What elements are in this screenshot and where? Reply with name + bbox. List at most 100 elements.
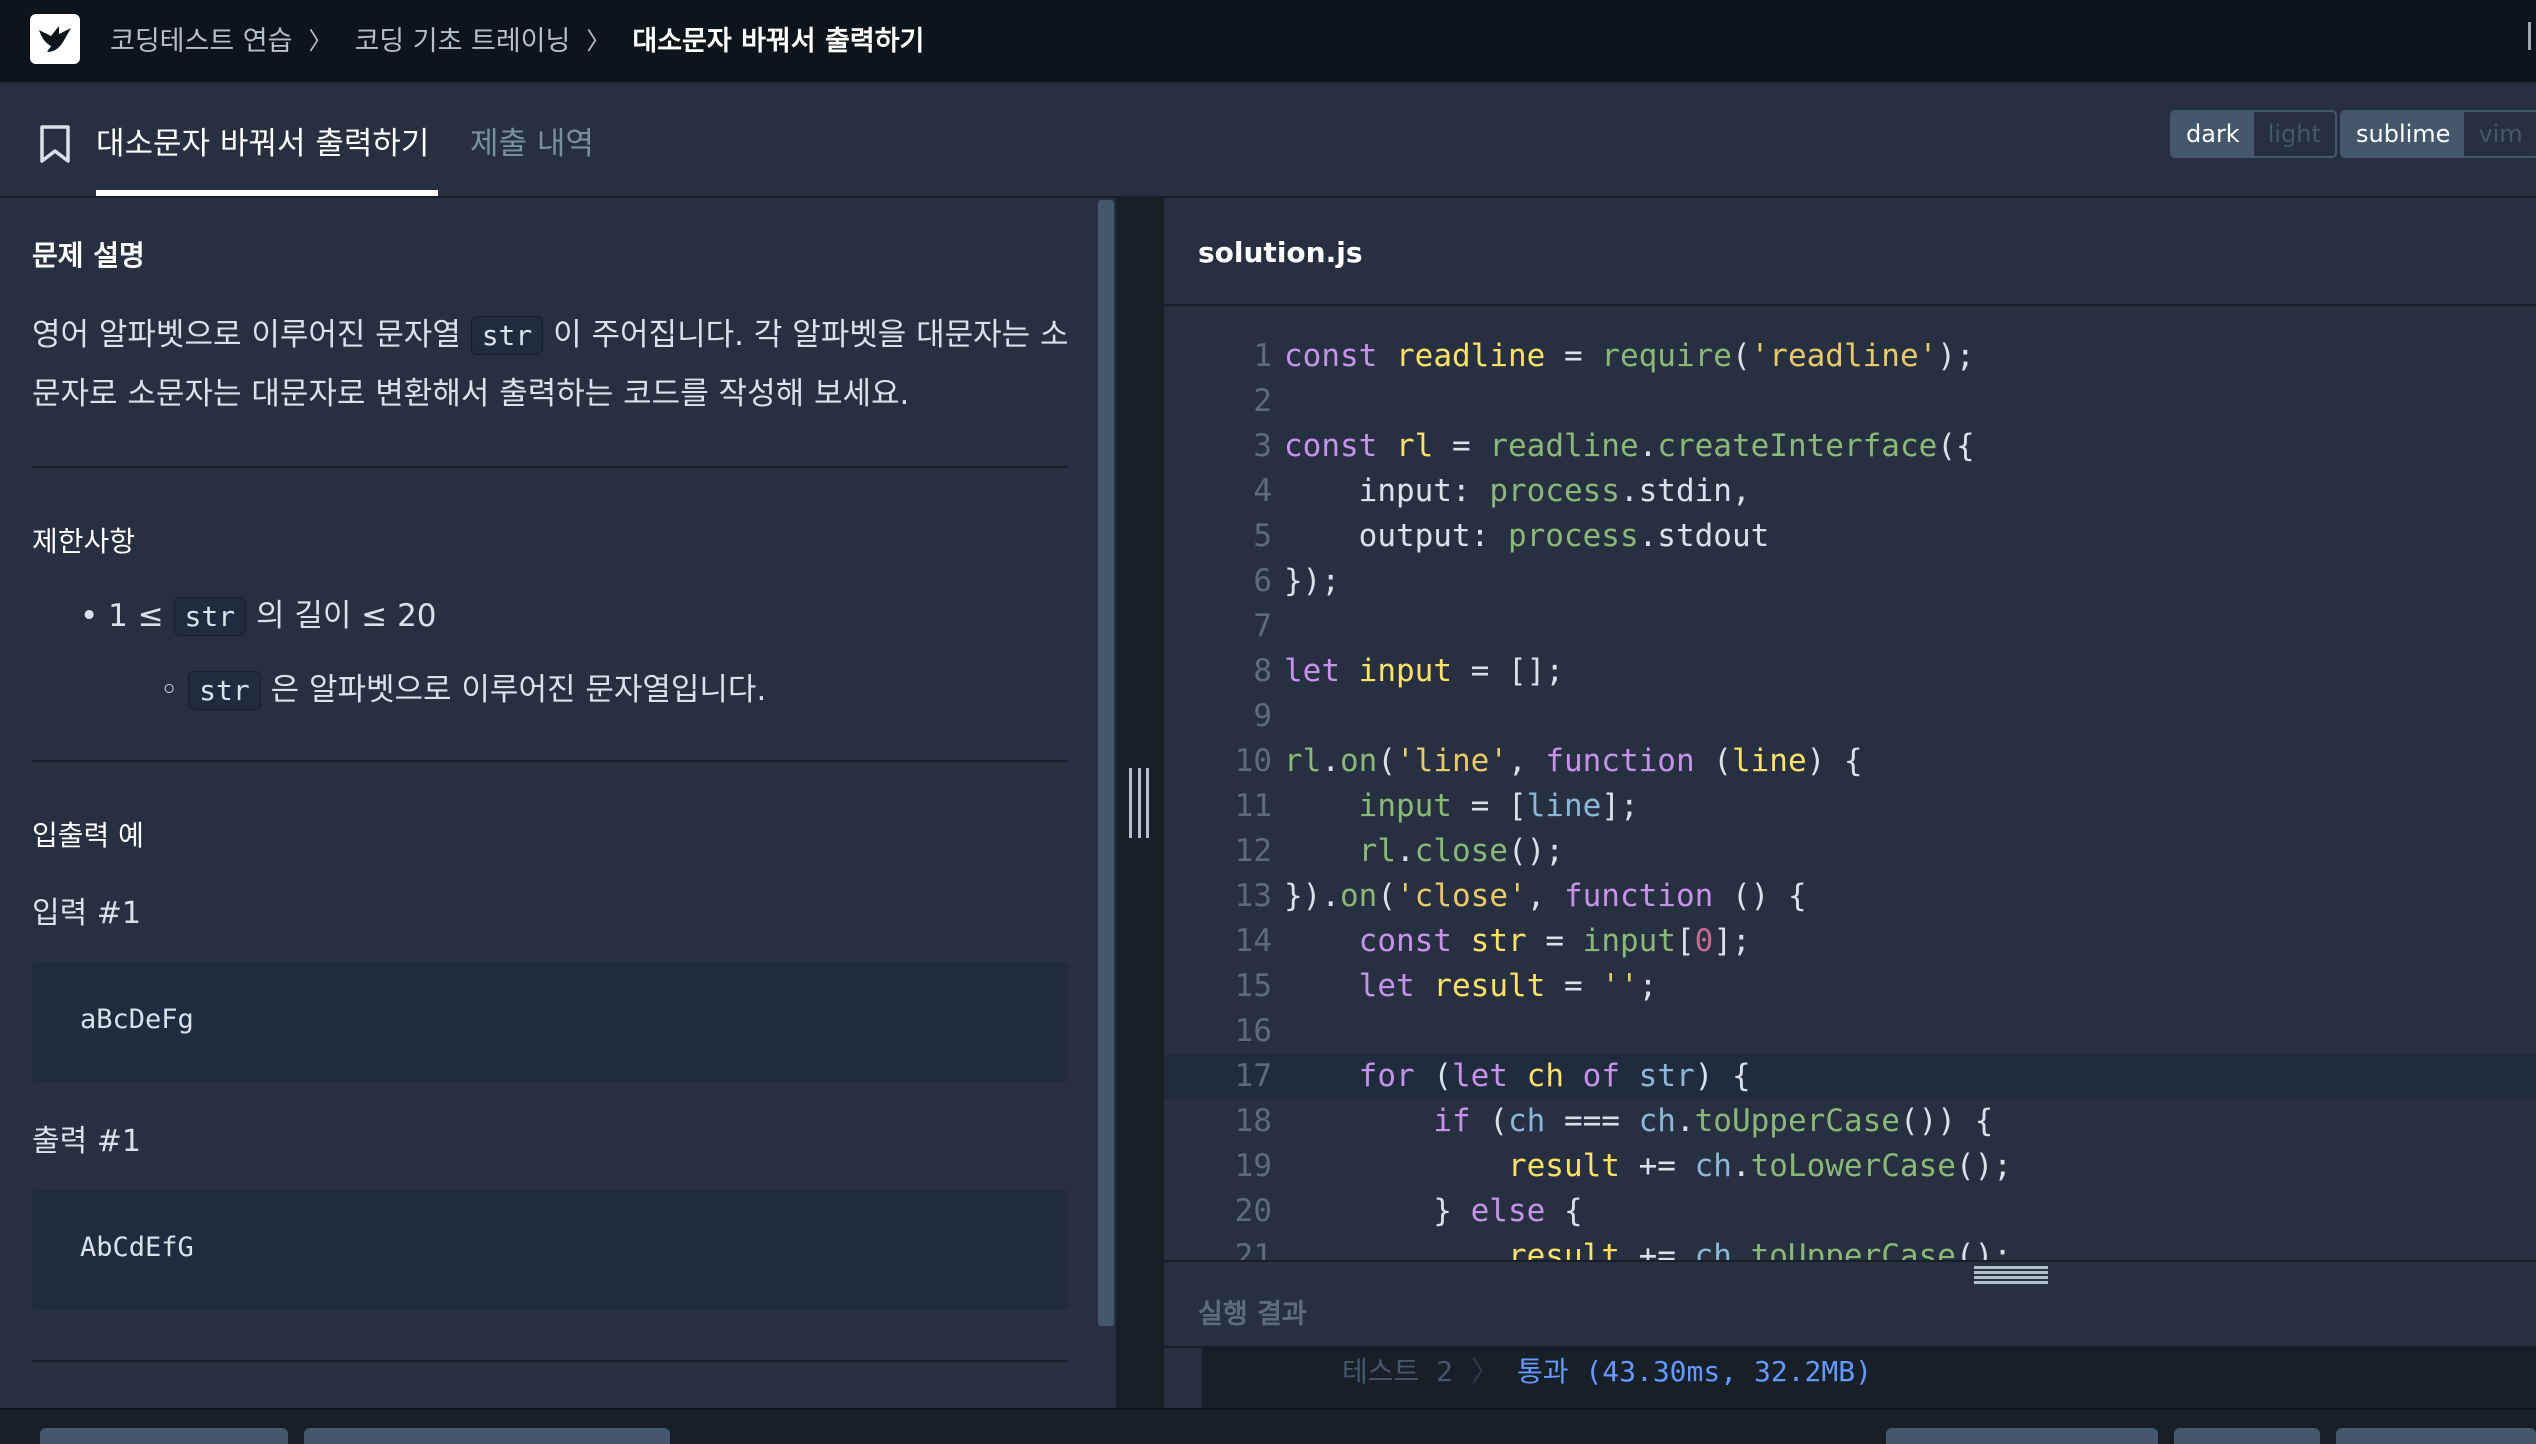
code-text: const rl = readline.createInterface({	[1284, 428, 1975, 464]
tab-problem[interactable]: 대소문자 바꿔서 출력하기	[96, 118, 429, 163]
bottom-action-bar	[0, 1408, 2536, 1444]
code-line[interactable]: 15 let result = '';	[1164, 964, 2536, 1009]
code-text: });	[1284, 563, 1340, 599]
description-title: 문제 설명	[32, 239, 145, 272]
code-text: input = [line];	[1358, 788, 1639, 824]
code-line[interactable]: 9	[1164, 694, 2536, 739]
line-number: 7	[1253, 608, 1272, 644]
code-text: rl.close();	[1358, 833, 1564, 869]
code-line[interactable]: 20 } else {	[1164, 1189, 2536, 1234]
line-number: 1	[1253, 338, 1272, 374]
code-line[interactable]: 4 input: process.stdin,	[1164, 469, 2536, 514]
code-line[interactable]: 21 result += ch.toUpperCase();	[1164, 1234, 2536, 1260]
horizontal-drag-handle-icon[interactable]	[1974, 1266, 2048, 1284]
code-line[interactable]: 7	[1164, 604, 2536, 649]
test-result-row: 테스트 2 〉 통과 (43.30ms, 32.2MB)	[1342, 1350, 1872, 1390]
test-case-button[interactable]	[304, 1428, 670, 1444]
code-text: output: process.stdout	[1284, 518, 1770, 554]
active-tab-indicator	[96, 190, 438, 196]
line-number: 17	[1234, 1058, 1272, 1094]
code-line[interactable]: 1 const readline = require('readline');	[1164, 334, 2536, 379]
bookmark-icon[interactable]	[38, 124, 72, 168]
question-button[interactable]	[40, 1428, 288, 1444]
divider	[32, 760, 1068, 762]
code-line[interactable]: 5 output: process.stdout	[1164, 514, 2536, 559]
file-name: solution.js	[1198, 236, 1363, 269]
submit-button[interactable]	[2336, 1428, 2536, 1444]
code-line[interactable]: 8 let input = [];	[1164, 649, 2536, 694]
line-number: 10	[1234, 743, 1272, 779]
code-line[interactable]: 18 if (ch === ch.toUpperCase()) {	[1164, 1099, 2536, 1144]
line-number: 20	[1234, 1193, 1272, 1229]
theme-dark-button[interactable]: dark	[2172, 112, 2254, 156]
code-line-active[interactable]: 17 for (let ch of str) {	[1164, 1054, 2536, 1099]
divider	[32, 1360, 1068, 1362]
constraint-text: 의 길이 ≤ 20	[246, 598, 437, 634]
code-text: rl.on('line', function (line) {	[1284, 743, 1863, 779]
line-number: 3	[1253, 428, 1272, 464]
line-number: 4	[1253, 473, 1272, 509]
code-text: const str = input[0];	[1358, 923, 1751, 959]
inline-code: str	[188, 671, 261, 710]
code-editor-panel: solution.js 1 const readline = require('r…	[1162, 198, 2536, 1408]
programmers-logo-icon[interactable]	[30, 14, 80, 64]
chevron-right-icon: 〉	[586, 26, 611, 55]
tab-submissions[interactable]: 제출 내역	[470, 118, 594, 163]
code-line[interactable]: 3 const rl = readline.createInterface({	[1164, 424, 2536, 469]
editor-file-header: solution.js	[1164, 198, 2536, 306]
code-text: result += ch.toLowerCase();	[1507, 1148, 2012, 1184]
code-line[interactable]: 16	[1164, 1009, 2536, 1054]
description-scrollbar[interactable]	[1098, 200, 1114, 1326]
bullet-dot-icon: •	[80, 598, 109, 634]
constraint-subitem: ◦ str 은 알파벳으로 이루어진 문자열입니다.	[160, 664, 767, 710]
problem-description: 영어 알파벳으로 이루어진 문자열 str 이 주어집니다. 각 알파벳을 대문…	[32, 306, 1072, 423]
code-line[interactable]: 11 input = [line];	[1164, 784, 2536, 829]
code-text: let input = [];	[1284, 653, 1564, 689]
code-line[interactable]: 12 rl.close();	[1164, 829, 2536, 874]
code-editor[interactable]: 1 const readline = require('readline'); 2…	[1164, 308, 2536, 1260]
line-number: 21	[1234, 1238, 1272, 1260]
description-text: 영어 알파벳으로 이루어진 문자열	[32, 317, 471, 353]
result-header: 실행 결과	[1164, 1260, 2536, 1348]
output-example-box: AbCdEfG	[32, 1190, 1068, 1310]
breadcrumb-item[interactable]: 코딩테스트 연습	[110, 19, 292, 58]
line-number: 9	[1253, 698, 1272, 734]
panel-resize-gutter[interactable]	[1116, 198, 1162, 1408]
line-number: 5	[1253, 518, 1272, 554]
breadcrumb: 코딩테스트 연습 〉 코딩 기초 트레이닝 〉 대소문자 바꿔서 출력하기	[110, 0, 924, 76]
code-line[interactable]: 13}).on('close', function () {	[1164, 874, 2536, 919]
breadcrumb-item[interactable]: 코딩 기초 트레이닝	[354, 19, 570, 58]
line-number: 2	[1253, 383, 1272, 419]
chevron-right-icon: 〉	[1471, 1355, 1500, 1388]
constraint-text: 은 알파벳으로 이루어진 문자열입니다.	[260, 672, 767, 708]
keymap-vim-button[interactable]: vim	[2464, 112, 2536, 156]
result-output: 테스트 2 〉 통과 (43.30ms, 32.2MB)	[1198, 1348, 2536, 1408]
constraint-text: 1 ≤	[108, 598, 174, 634]
code-text: for (let ch of str) {	[1358, 1058, 1751, 1094]
run-button[interactable]	[2174, 1428, 2320, 1444]
line-number: 11	[1234, 788, 1272, 824]
theme-light-button[interactable]: light	[2254, 112, 2335, 156]
output-label: 출력 #1	[32, 1124, 141, 1159]
inline-code: str	[173, 597, 247, 636]
breadcrumb-current: 대소문자 바꿔서 출력하기	[632, 25, 925, 57]
test-label: 테스트 2	[1342, 1355, 1453, 1388]
constraint-item: • 1 ≤ str 의 길이 ≤ 20	[80, 590, 437, 636]
line-number: 13	[1234, 878, 1272, 914]
code-line[interactable]: 19 result += ch.toLowerCase();	[1164, 1144, 2536, 1189]
keymap-sublime-button[interactable]: sublime	[2342, 112, 2465, 156]
divider	[32, 466, 1068, 468]
menu-edge-icon[interactable]	[2528, 22, 2536, 50]
vertical-drag-handle-icon[interactable]	[1129, 768, 1149, 838]
code-line[interactable]: 10 rl.on('line', function (line) {	[1164, 739, 2536, 784]
reset-button[interactable]	[1886, 1428, 2158, 1444]
line-number: 19	[1234, 1148, 1272, 1184]
theme-toggle: dark light	[2170, 110, 2337, 158]
code-line[interactable]: 14 const str = input[0];	[1164, 919, 2536, 964]
input-example-box: aBcDeFg	[32, 962, 1068, 1082]
line-number: 12	[1234, 833, 1272, 869]
line-number: 14	[1234, 923, 1272, 959]
code-line[interactable]: 2	[1164, 379, 2536, 424]
code-line[interactable]: 6});	[1164, 559, 2536, 604]
output-example-value: AbCdEfG	[80, 1232, 194, 1263]
